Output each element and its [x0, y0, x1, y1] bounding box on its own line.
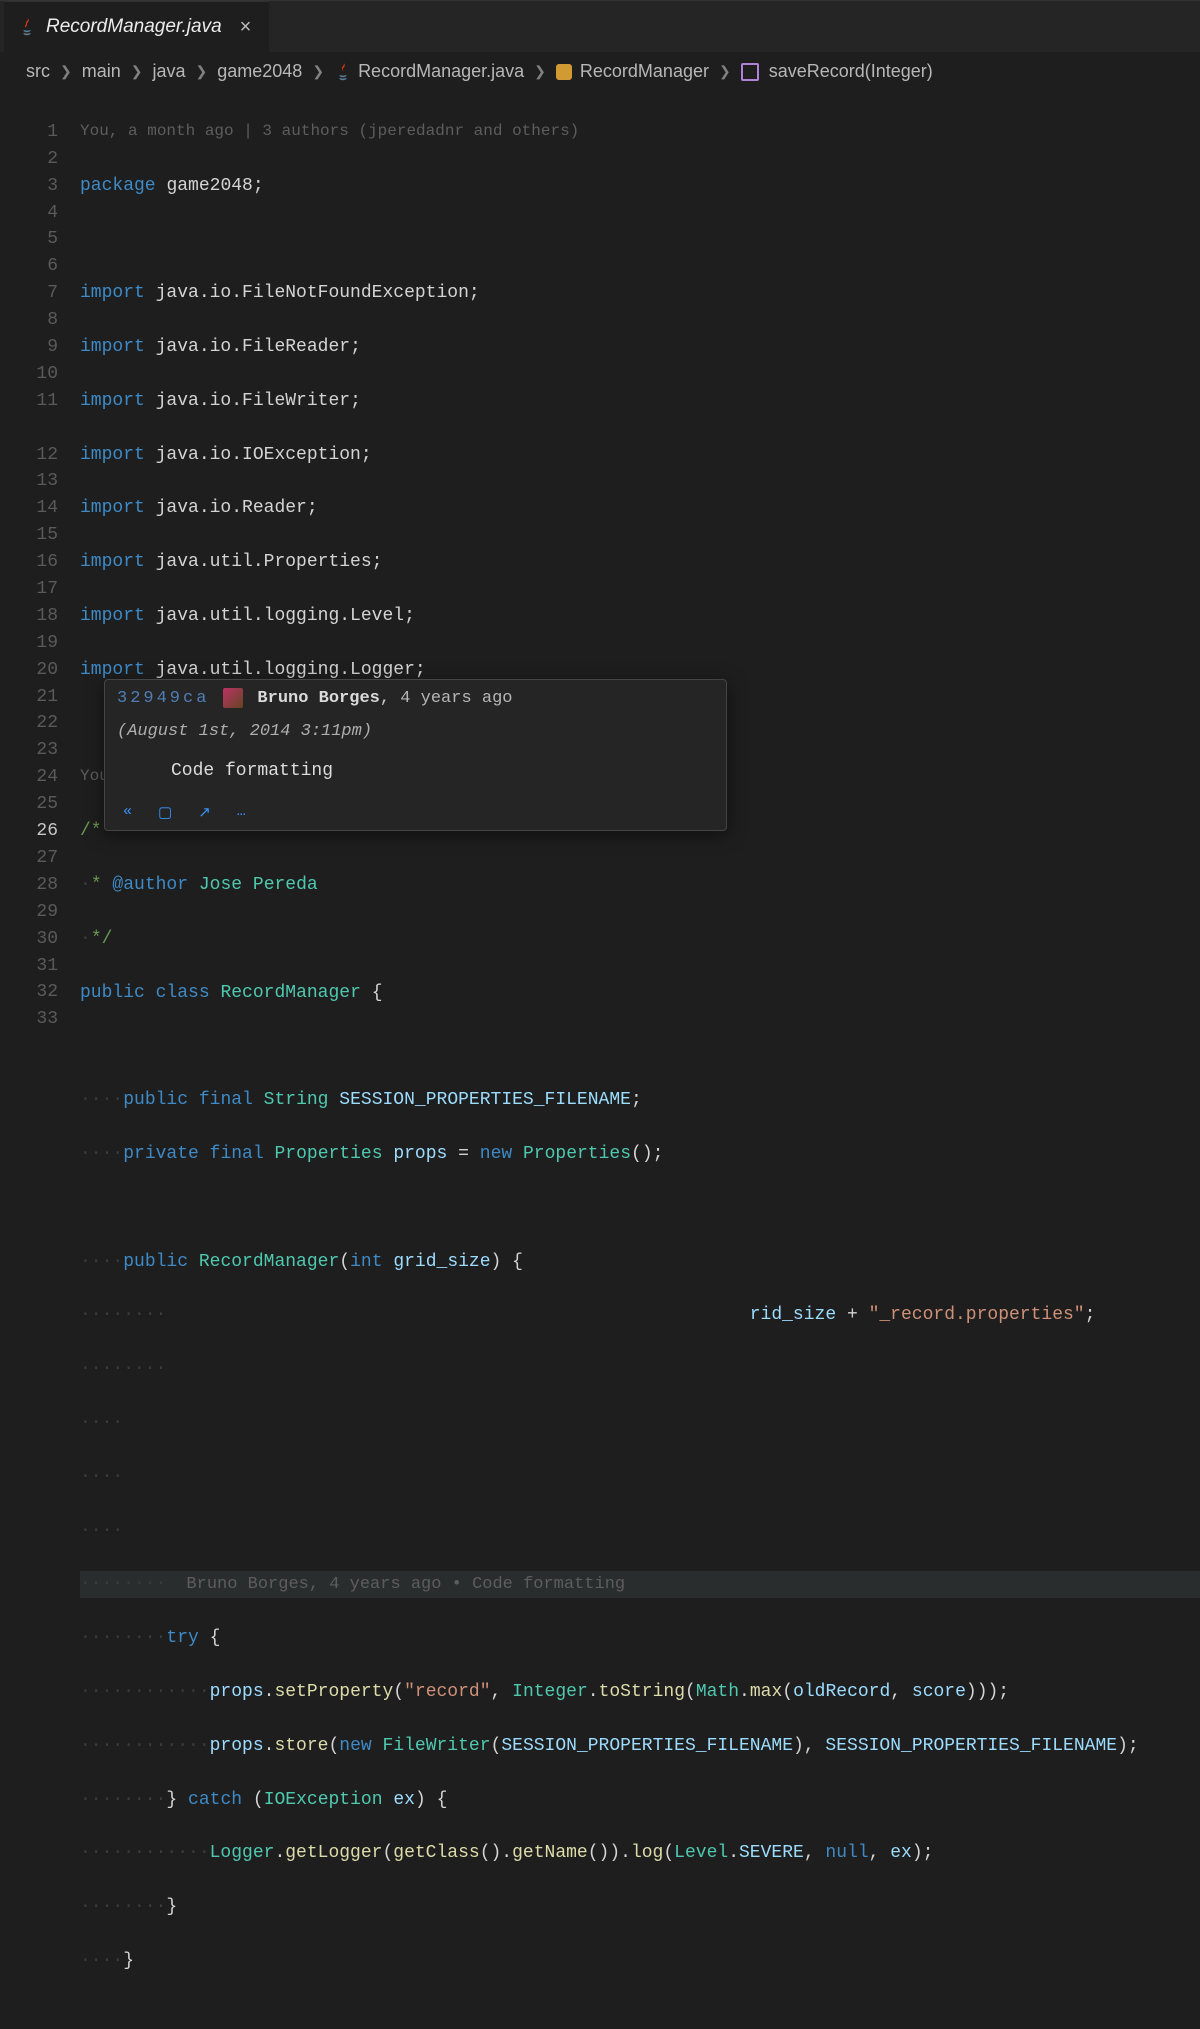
crumb-method[interactable]: saveRecord(Integer)	[735, 61, 939, 82]
separator: ,	[380, 689, 390, 708]
crumb-file-label: RecordManager.java	[358, 61, 524, 82]
line-number-gutter: 1 2 3 4 5 6 7 8 9 10 11 12 13 14 15 16 1…	[0, 92, 80, 2029]
crumb-src[interactable]: src	[20, 61, 56, 82]
crumb-package[interactable]: game2048	[211, 61, 308, 82]
chevron-right-icon: ❯	[310, 63, 326, 80]
java-file-icon	[18, 16, 36, 38]
close-icon[interactable]: ×	[240, 16, 252, 39]
more-actions-icon[interactable]: …	[233, 801, 250, 824]
commit-sha[interactable]: 32949ca	[117, 689, 209, 708]
commit-author: Bruno Borges	[257, 689, 379, 708]
commit-message: Code formatting	[171, 761, 714, 781]
crumb-class[interactable]: RecordManager	[550, 61, 715, 82]
crumb-main[interactable]: main	[76, 61, 127, 82]
commit-date: (August 1st, 2014 3:11pm)	[117, 722, 372, 741]
avatar	[223, 688, 243, 708]
inline-blame[interactable]: Bruno Borges, 4 years ago • Code formatt…	[166, 1575, 625, 1594]
tab-bar: RecordManager.java ×	[0, 0, 1200, 52]
git-blame-hover: 32949ca Bruno Borges, 4 years ago (Augus…	[104, 679, 727, 831]
open-commit-icon[interactable]: ▢	[154, 801, 176, 824]
crumb-file[interactable]: RecordManager.java	[328, 61, 530, 83]
breadcrumb: src ❯ main ❯ java ❯ game2048 ❯ RecordMan…	[0, 52, 1200, 92]
codelens-blame[interactable]: You, a month ago | 3 authors (jperedadnr…	[80, 119, 1200, 146]
editor[interactable]: 1 2 3 4 5 6 7 8 9 10 11 12 13 14 15 16 1…	[0, 92, 1200, 2029]
external-link-icon[interactable]: ↗	[194, 801, 215, 824]
chevron-right-icon: ❯	[532, 63, 548, 80]
tab-file[interactable]: RecordManager.java ×	[4, 1, 269, 52]
chevron-right-icon: ❯	[194, 63, 210, 80]
tab-title: RecordManager.java	[46, 16, 222, 38]
code-content[interactable]: You, a month ago | 3 authors (jperedadnr…	[80, 92, 1200, 2029]
chevron-right-icon: ❯	[58, 63, 74, 80]
chevron-right-icon: ❯	[129, 63, 145, 80]
prev-commit-icon[interactable]: «	[119, 801, 136, 824]
chevron-right-icon: ❯	[717, 63, 733, 80]
java-file-icon	[334, 61, 352, 83]
crumb-java[interactable]: java	[146, 61, 191, 82]
commit-age: 4 years ago	[400, 689, 512, 708]
